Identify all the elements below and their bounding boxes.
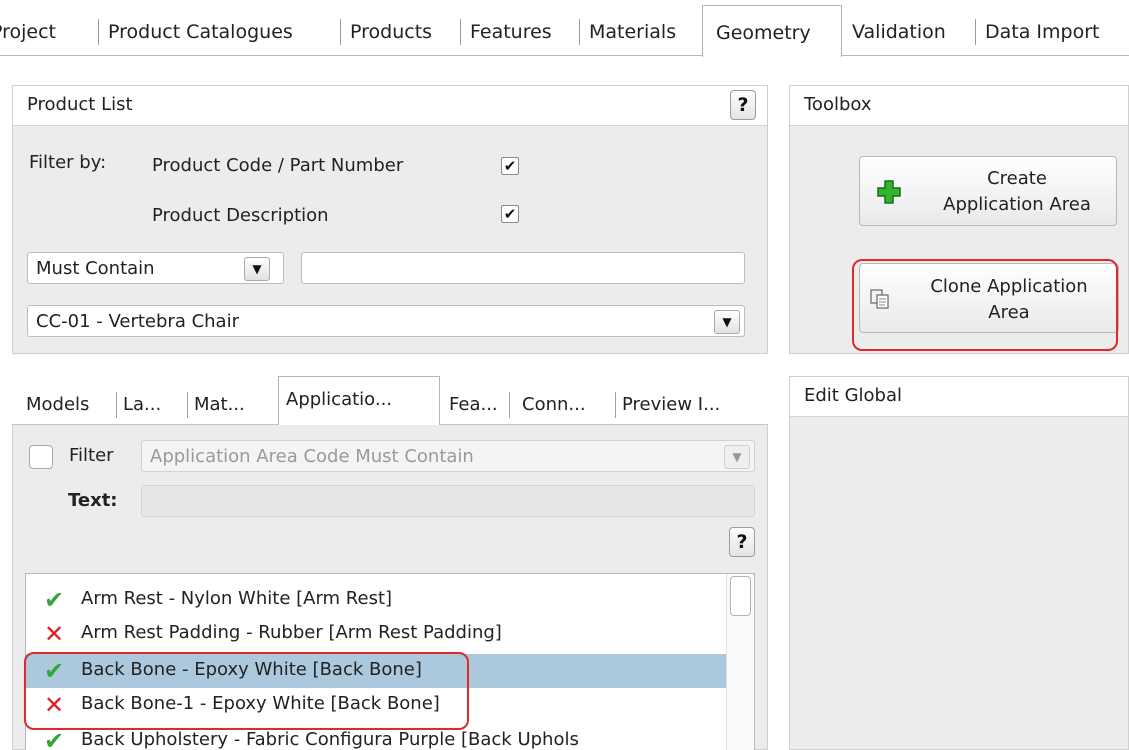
tab-project[interactable]: Project bbox=[0, 17, 56, 47]
create-button-line2: Application Area bbox=[943, 194, 1091, 215]
tab-validation[interactable]: Validation bbox=[852, 17, 946, 47]
edit-global-panel: Edit Global bbox=[789, 376, 1129, 750]
tab-separator bbox=[340, 19, 341, 45]
tab-separator bbox=[116, 392, 117, 418]
tab-materials-sub[interactable]: Mat... bbox=[194, 390, 245, 420]
tab-materials[interactable]: Materials bbox=[589, 17, 676, 47]
list-item-label: Back Upholstery - Fabric Configura Purpl… bbox=[81, 729, 579, 750]
clone-button-highlight bbox=[852, 259, 1118, 351]
scrollbar-thumb[interactable] bbox=[730, 576, 751, 616]
tab-models[interactable]: Models bbox=[26, 390, 89, 420]
tab-application-areas[interactable]: Applicatio... bbox=[278, 376, 440, 425]
tab-product-catalogues[interactable]: Product Catalogues bbox=[108, 17, 293, 47]
list-item-label: Arm Rest - Nylon White [Arm Rest] bbox=[81, 588, 393, 609]
cross-icon: ✕ bbox=[44, 620, 65, 648]
check-icon: ✔ bbox=[44, 586, 65, 614]
filter-description-label: Product Description bbox=[152, 205, 329, 226]
product-select-value: CC-01 - Vertebra Chair bbox=[36, 311, 239, 332]
product-list-panel: Product List ? Filter by: Product Code /… bbox=[12, 85, 768, 354]
chevron-down-icon[interactable]: ▼ bbox=[724, 445, 750, 469]
tab-separator bbox=[579, 19, 580, 45]
help-button[interactable]: ? bbox=[730, 90, 756, 120]
tab-baseline bbox=[0, 55, 1129, 56]
tab-separator bbox=[509, 392, 510, 418]
tab-layers[interactable]: La... bbox=[123, 390, 161, 420]
plus-icon bbox=[877, 180, 901, 204]
filter-by-label: Filter by: bbox=[29, 152, 107, 173]
create-button-line1: Create bbox=[987, 168, 1047, 189]
tab-geometry-label: Geometry bbox=[716, 22, 811, 44]
filter-code-checkbox[interactable]: ✔ bbox=[501, 157, 519, 175]
filter-code-label: Product Code / Part Number bbox=[152, 155, 404, 176]
list-item[interactable]: ✔ Arm Rest - Nylon White [Arm Rest] bbox=[26, 583, 726, 617]
toolbox-header: Toolbox bbox=[790, 86, 1128, 126]
chevron-down-icon[interactable]: ▼ bbox=[244, 257, 270, 281]
tab-separator bbox=[98, 19, 99, 45]
chevron-down-icon[interactable]: ▼ bbox=[714, 310, 740, 334]
app-area-filter-placeholder: Application Area Code Must Contain bbox=[150, 446, 474, 467]
list-item-label: Arm Rest Padding - Rubber [Arm Rest Padd… bbox=[81, 622, 502, 643]
tab-separator bbox=[187, 392, 188, 418]
app-area-text-input[interactable] bbox=[141, 485, 755, 517]
list-item[interactable]: ✕ Arm Rest Padding - Rubber [Arm Rest Pa… bbox=[26, 617, 726, 651]
tab-application-areas-label: Applicatio... bbox=[286, 389, 393, 410]
list-scrollbar[interactable] bbox=[726, 574, 754, 750]
sub-tab-bar: Models La... Mat... Applicatio... Fea...… bbox=[12, 376, 768, 426]
app-area-filter-checkbox[interactable] bbox=[29, 445, 53, 469]
product-search-input[interactable] bbox=[301, 252, 745, 284]
filter-description-checkbox[interactable]: ✔ bbox=[501, 205, 519, 223]
tab-data-import[interactable]: Data Import bbox=[985, 17, 1099, 47]
tab-separator bbox=[975, 19, 976, 45]
tab-features-sub[interactable]: Fea... bbox=[449, 390, 498, 420]
edit-global-header: Edit Global bbox=[790, 377, 1128, 417]
help-button[interactable]: ? bbox=[729, 527, 755, 557]
app-area-filter-select[interactable]: Application Area Code Must Contain ▼ bbox=[141, 440, 755, 472]
text-label: Text: bbox=[68, 490, 118, 511]
panel-title: Product List bbox=[27, 94, 133, 115]
product-select[interactable]: CC-01 - Vertebra Chair ▼ bbox=[27, 305, 745, 337]
back-bone-rows-highlight bbox=[24, 652, 469, 730]
main-tab-bar: Project Product Catalogues Products Feat… bbox=[0, 0, 1129, 62]
app-area-filter-label: Filter bbox=[69, 445, 114, 466]
panel-title: Edit Global bbox=[804, 385, 902, 406]
tab-products[interactable]: Products bbox=[350, 17, 432, 47]
create-application-area-button[interactable]: Create Application Area bbox=[859, 156, 1117, 226]
tab-geometry[interactable]: Geometry bbox=[702, 5, 842, 57]
tab-preview[interactable]: Preview I... bbox=[622, 390, 720, 420]
product-list-header: Product List ? bbox=[13, 86, 767, 126]
panel-title: Toolbox bbox=[804, 94, 872, 115]
match-mode-select[interactable]: Must Contain ▼ bbox=[27, 252, 284, 284]
tab-separator bbox=[615, 392, 616, 418]
tab-connections[interactable]: Conn... bbox=[522, 390, 586, 420]
tab-features[interactable]: Features bbox=[470, 17, 552, 47]
tab-separator bbox=[460, 19, 461, 45]
match-mode-value: Must Contain bbox=[36, 258, 155, 279]
